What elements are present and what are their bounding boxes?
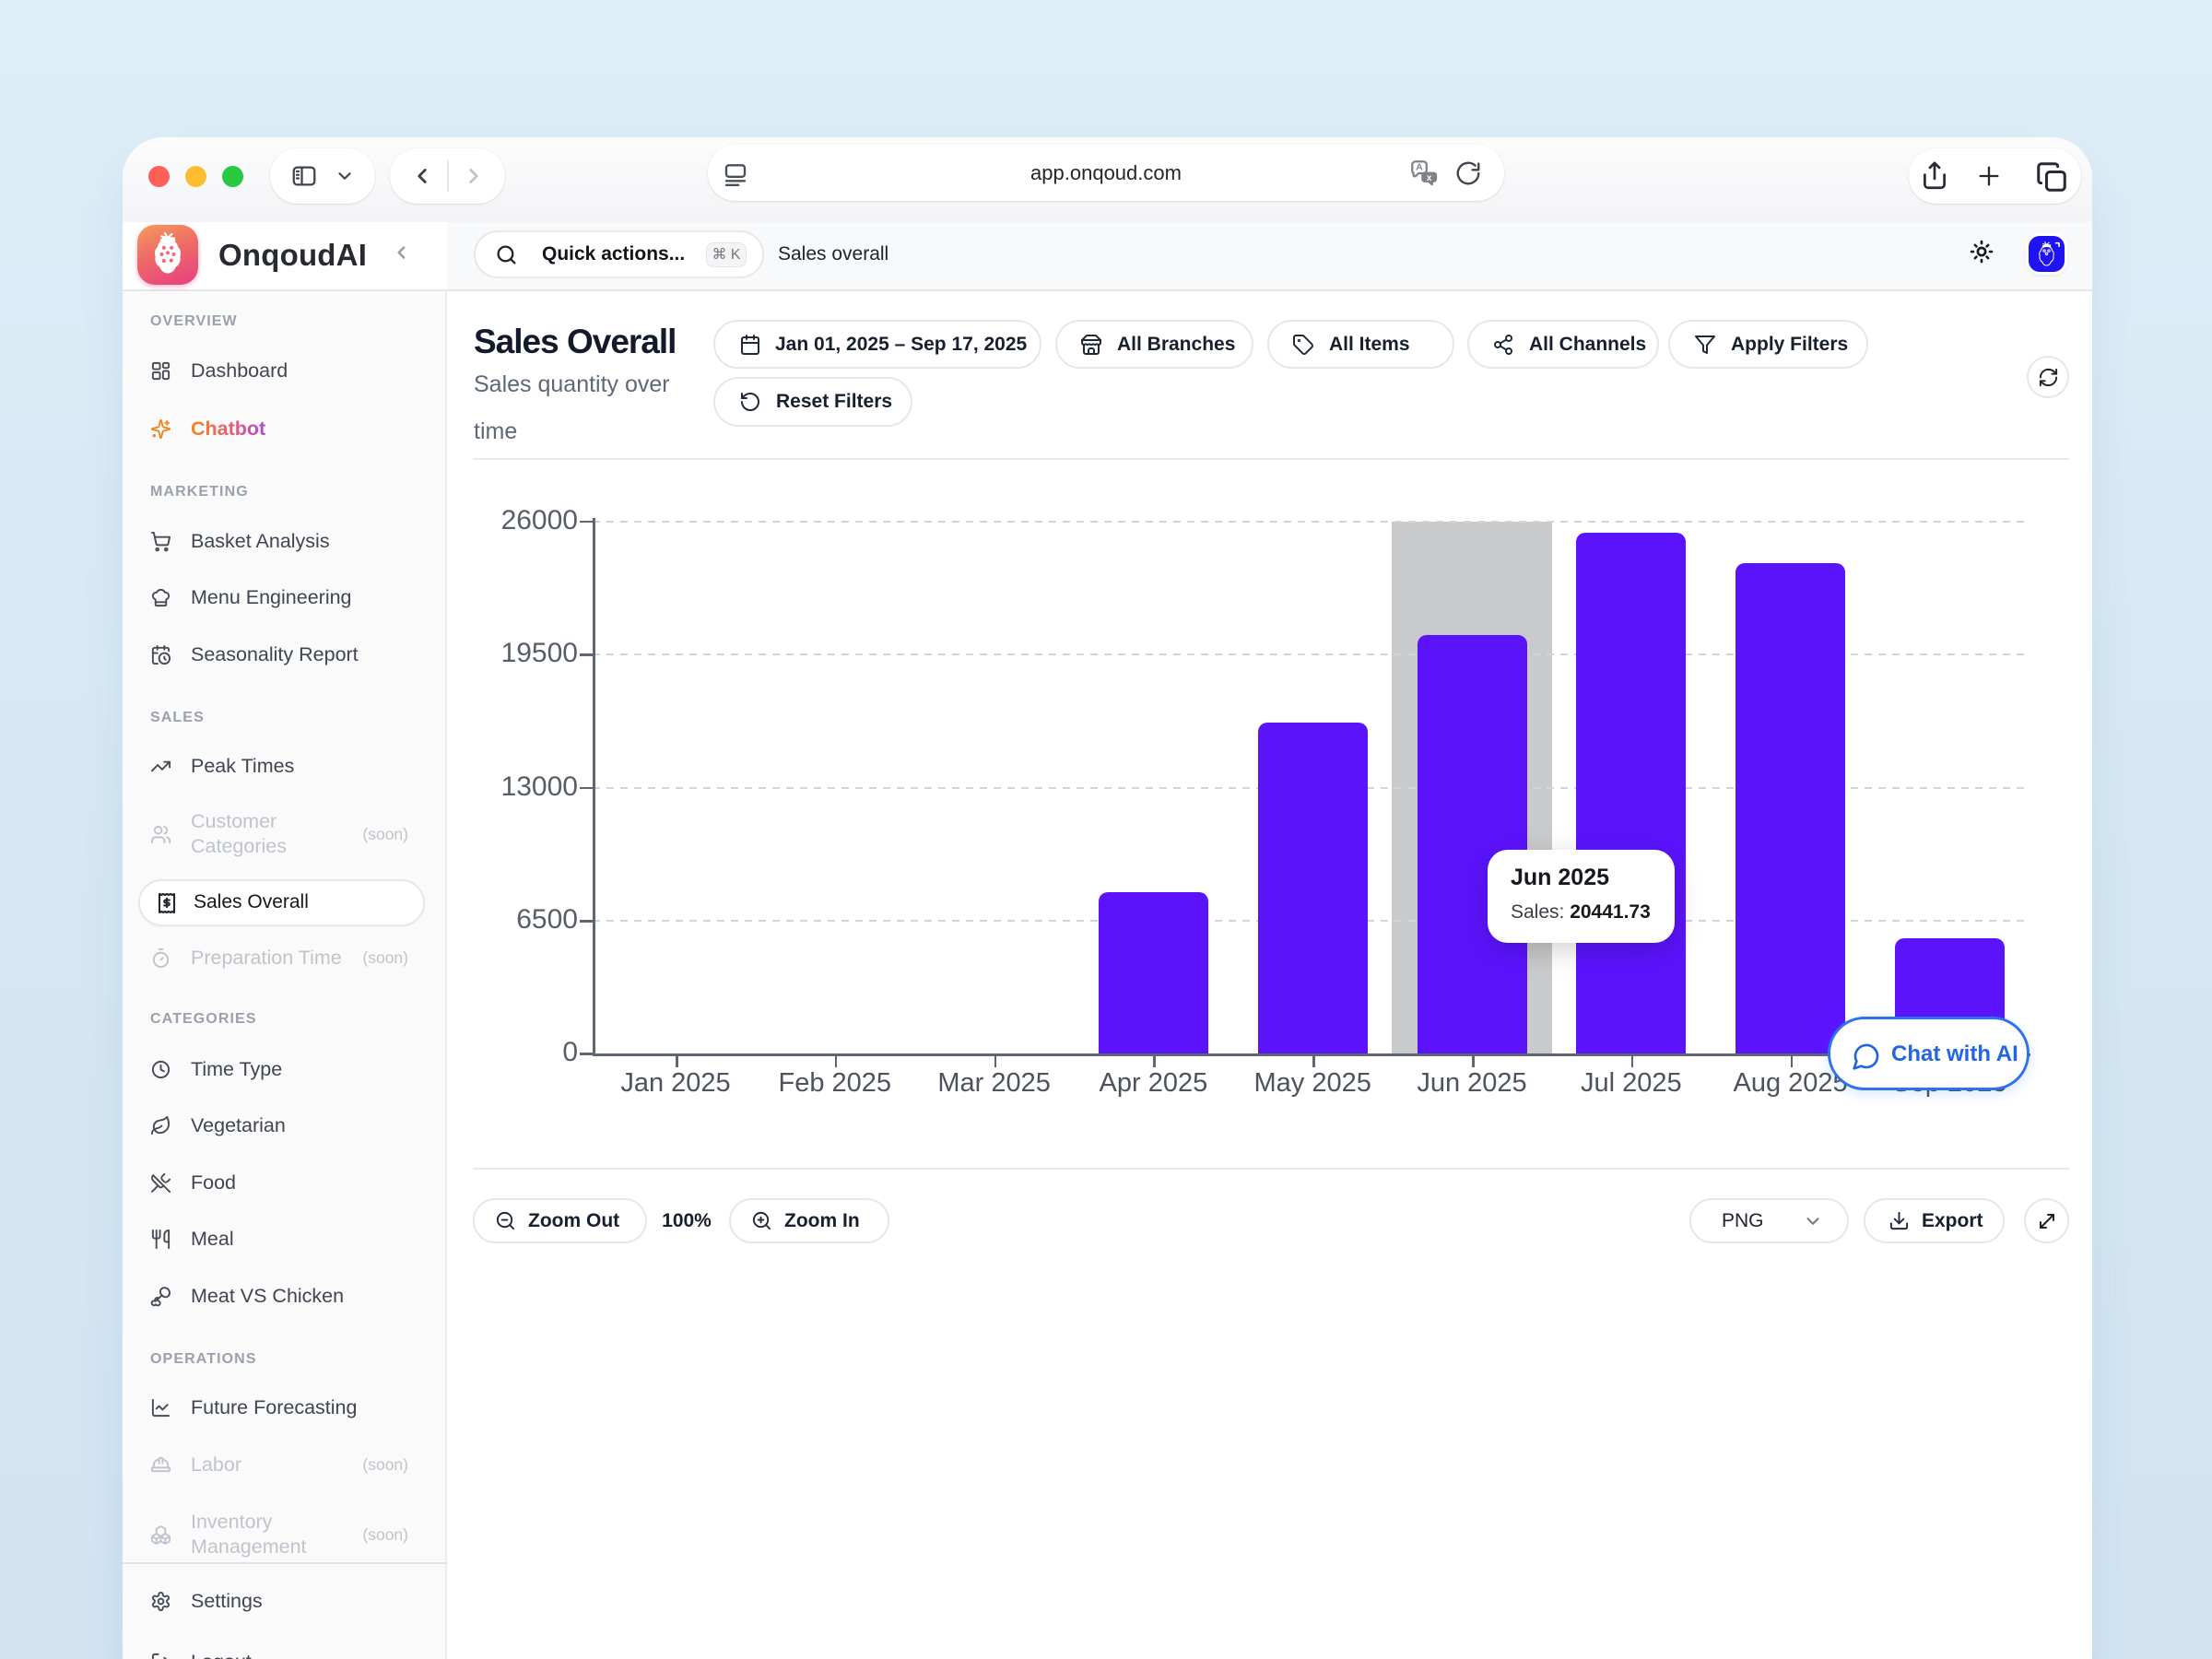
svg-text:x: x xyxy=(1427,173,1432,183)
svg-text:A: A xyxy=(1416,163,1423,173)
